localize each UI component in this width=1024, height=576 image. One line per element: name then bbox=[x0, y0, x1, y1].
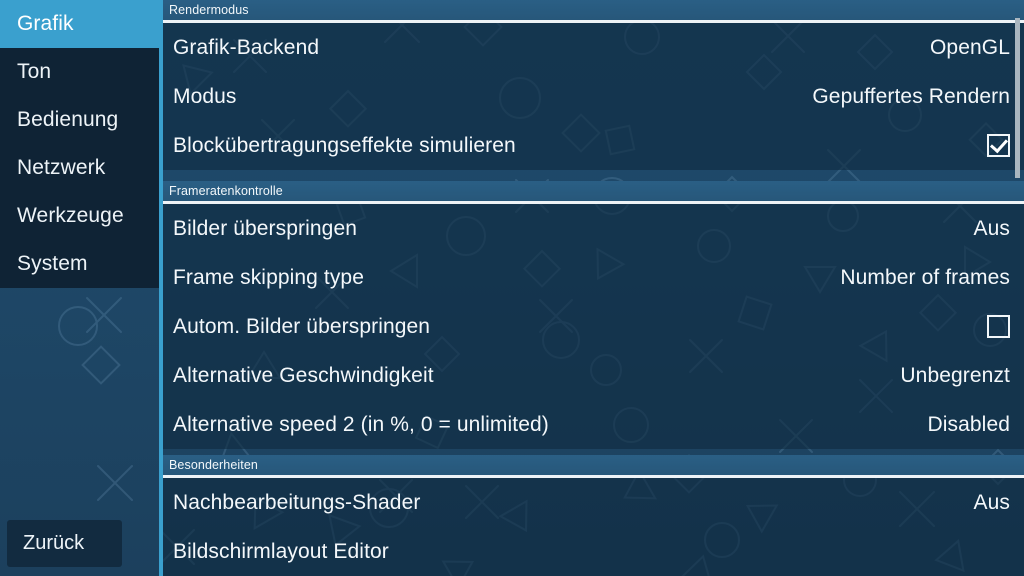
section-header-label: Besonderheiten bbox=[169, 458, 258, 472]
section-header-label: Frameratenkontrolle bbox=[169, 184, 283, 198]
sidebar-item-ton[interactable]: Ton bbox=[0, 48, 159, 96]
sidebar-item-label: System bbox=[17, 252, 88, 275]
setting-value: Aus bbox=[973, 216, 1010, 240]
sidebar: Grafik Ton Bedienung Netzwerk Werkzeuge … bbox=[0, 0, 159, 576]
setting-value: Disabled bbox=[927, 412, 1010, 436]
setting-row-bilder-ueberspringen[interactable]: Bilder überspringen Aus bbox=[159, 204, 1024, 253]
setting-value: Unbegrenzt bbox=[900, 363, 1010, 387]
setting-row-alternative-geschwindigkeit[interactable]: Alternative Geschwindigkeit Unbegrenzt bbox=[159, 351, 1024, 400]
setting-label: Alternative speed 2 (in %, 0 = unlimited… bbox=[173, 412, 549, 436]
sidebar-item-label: Bedienung bbox=[17, 108, 119, 131]
setting-row-bildschirmlayout-editor[interactable]: Bildschirmlayout Editor bbox=[159, 527, 1024, 576]
setting-value: OpenGL bbox=[930, 35, 1010, 59]
sidebar-item-label: Werkzeuge bbox=[17, 204, 124, 227]
section-frameratenkontrolle: Frameratenkontrolle Bilder überspringen … bbox=[159, 181, 1024, 449]
scrollbar-thumb[interactable] bbox=[1015, 18, 1020, 178]
section-body: Bilder überspringen Aus Frame skipping t… bbox=[159, 204, 1024, 449]
setting-row-nachbearbeitungs-shader[interactable]: Nachbearbeitungs-Shader Aus bbox=[159, 478, 1024, 527]
setting-row-alternative-speed-2[interactable]: Alternative speed 2 (in %, 0 = unlimited… bbox=[159, 400, 1024, 449]
back-button[interactable]: Zurück bbox=[7, 520, 122, 567]
settings-content: Rendermodus Grafik-Backend OpenGL Modus … bbox=[159, 0, 1024, 576]
setting-label: Alternative Geschwindigkeit bbox=[173, 363, 434, 387]
section-header: Besonderheiten bbox=[159, 455, 1024, 475]
setting-label: Bildschirmlayout Editor bbox=[173, 539, 389, 563]
setting-row-grafik-backend[interactable]: Grafik-Backend OpenGL bbox=[159, 23, 1024, 72]
section-header: Rendermodus bbox=[159, 0, 1024, 20]
section-rendermodus: Rendermodus Grafik-Backend OpenGL Modus … bbox=[159, 0, 1024, 170]
section-body: Grafik-Backend OpenGL Modus Gepuffertes … bbox=[159, 23, 1024, 170]
setting-label: Bilder überspringen bbox=[173, 216, 358, 240]
setting-row-autom-bilder-ueberspringen[interactable]: Autom. Bilder überspringen bbox=[159, 302, 1024, 351]
sidebar-item-netzwerk[interactable]: Netzwerk bbox=[0, 144, 159, 192]
section-header: Frameratenkontrolle bbox=[159, 181, 1024, 201]
sidebar-item-label: Ton bbox=[17, 60, 52, 83]
setting-label: Frame skipping type bbox=[173, 265, 364, 289]
setting-row-blockuebertragungseffekte[interactable]: Blockübertragungseffekte simulieren bbox=[159, 121, 1024, 170]
sidebar-item-label: Grafik bbox=[17, 12, 74, 35]
setting-label: Blockübertragungseffekte simulieren bbox=[173, 133, 516, 157]
checkbox-unchecked-icon[interactable] bbox=[987, 315, 1010, 338]
settings-screen: Grafik Ton Bedienung Netzwerk Werkzeuge … bbox=[0, 0, 1024, 576]
scrollbar-track[interactable] bbox=[1015, 0, 1022, 181]
content-accent-strip bbox=[159, 0, 163, 576]
section-header-label: Rendermodus bbox=[169, 3, 249, 17]
setting-row-modus[interactable]: Modus Gepuffertes Rendern bbox=[159, 72, 1024, 121]
sidebar-item-werkzeuge[interactable]: Werkzeuge bbox=[0, 192, 159, 240]
sidebar-menu-panel: Grafik Ton Bedienung Netzwerk Werkzeuge … bbox=[0, 0, 159, 288]
sidebar-item-system[interactable]: System bbox=[0, 240, 159, 288]
checkbox-checked-icon[interactable] bbox=[987, 134, 1010, 157]
setting-label: Modus bbox=[173, 84, 237, 108]
sidebar-item-grafik[interactable]: Grafik bbox=[0, 0, 159, 48]
setting-value: Aus bbox=[973, 490, 1010, 514]
setting-label: Nachbearbeitungs-Shader bbox=[173, 490, 421, 514]
section-body: Nachbearbeitungs-Shader Aus Bildschirmla… bbox=[159, 478, 1024, 576]
sidebar-item-bedienung[interactable]: Bedienung bbox=[0, 96, 159, 144]
back-button-label: Zurück bbox=[23, 532, 85, 554]
sidebar-item-label: Netzwerk bbox=[17, 156, 106, 179]
setting-label: Autom. Bilder überspringen bbox=[173, 314, 431, 338]
setting-label: Grafik-Backend bbox=[173, 35, 320, 59]
setting-value: Number of frames bbox=[840, 265, 1010, 289]
setting-row-frame-skipping-type[interactable]: Frame skipping type Number of frames bbox=[159, 253, 1024, 302]
section-besonderheiten: Besonderheiten Nachbearbeitungs-Shader A… bbox=[159, 455, 1024, 576]
setting-value: Gepuffertes Rendern bbox=[812, 84, 1010, 108]
